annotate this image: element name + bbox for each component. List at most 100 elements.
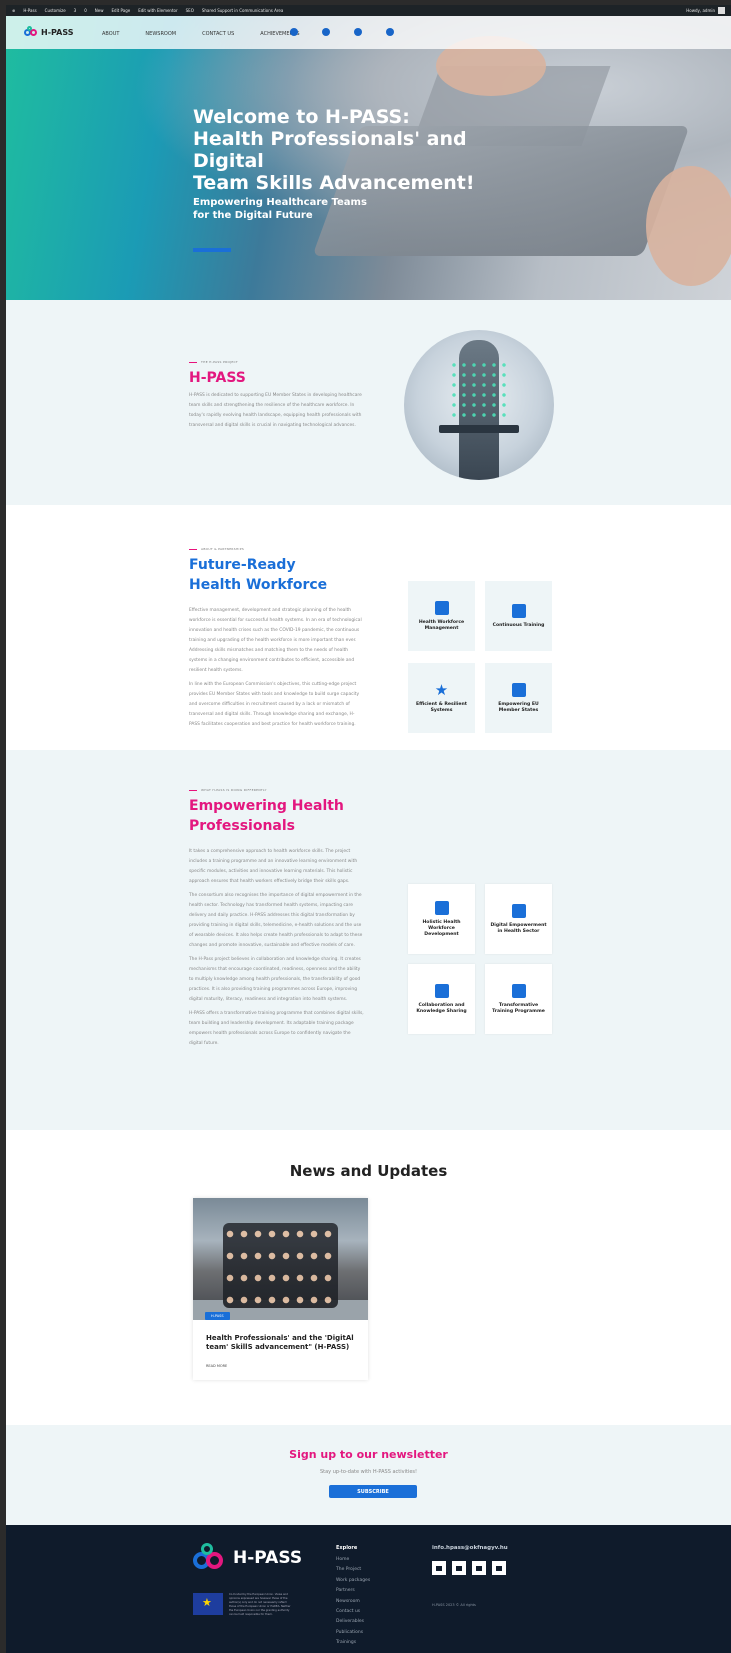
admin-item-site[interactable]: H-Pass: [23, 8, 36, 13]
footer-social-icons: [432, 1561, 508, 1575]
admin-item-customize[interactable]: Customize: [45, 8, 66, 13]
open-book-icon: [511, 603, 526, 618]
news-card[interactable]: H-PASS Health Professionals' and the 'Di…: [193, 1198, 368, 1380]
admin-bar: ⊕ H-Pass Customize 3 0 New Edit Page Edi…: [6, 5, 731, 16]
card-health-workforce: Health Workforce Management: [408, 581, 475, 651]
read-more-link[interactable]: READ MORE: [206, 1364, 227, 1368]
subscribe-button[interactable]: SUBSCRIBE: [329, 1485, 417, 1498]
admin-item-notice[interactable]: Shared Support in Communications Area: [202, 8, 283, 13]
workforce-cards: Health Workforce Management Continuous T…: [408, 581, 552, 733]
news-badge[interactable]: H-PASS: [205, 1312, 230, 1320]
workforce-body-1: Effective management, development and st…: [189, 608, 362, 673]
site-header: H-PASS ABOUT NEWSROOM CONTACT US ACHIEVE…: [6, 16, 731, 49]
admin-item-elementor[interactable]: Edit with Elementor: [138, 8, 177, 13]
footer-link-newsroom[interactable]: Newsroom: [336, 1597, 370, 1607]
empowering-title: Empowering Health Professionals: [189, 798, 344, 834]
about-title: H-PASS: [189, 370, 246, 386]
card-holistic-development: Holistic Health Workforce Development: [408, 884, 475, 954]
logo-text: H-PASS: [41, 27, 74, 37]
footer-link-home[interactable]: Home: [336, 1555, 370, 1565]
explore-title: Explore: [336, 1545, 358, 1551]
card-continuous-training: Continuous Training: [485, 581, 552, 651]
instagram-icon[interactable]: [472, 1561, 486, 1575]
admin-item-new[interactable]: New: [95, 8, 104, 13]
hero-title: Welcome to H-PASS: Health Professionals'…: [193, 106, 475, 194]
about-body: H-PASS is dedicated to supporting EU Mem…: [189, 393, 362, 428]
laptop-medical-icon: [511, 983, 526, 998]
logo-rings-icon: [24, 26, 38, 38]
admin-item-seo[interactable]: SEO: [186, 8, 194, 13]
hero-accent-bar: [193, 248, 231, 252]
admin-howdy[interactable]: Howdy, admin: [686, 8, 715, 13]
scroll-icon: [434, 900, 449, 915]
twitter-icon[interactable]: [492, 1561, 506, 1575]
hand-image: [646, 166, 731, 286]
group-photo-image: [193, 1198, 368, 1320]
star-icon: ★: [434, 680, 449, 699]
site-footer: H-PASS Co-funded by the European Union. …: [6, 1525, 731, 1653]
about-eyebrow: THE H-PASS PROJECT: [189, 360, 369, 364]
footer-link-trainings[interactable]: Trainings: [336, 1638, 370, 1648]
card-digital-empowerment: Digital Empowerment in Health Sector: [485, 884, 552, 954]
tablet-icon: [511, 682, 526, 697]
youtube-icon[interactable]: [452, 1561, 466, 1575]
presentation-icon: [511, 903, 526, 918]
about-section: THE H-PASS PROJECT H-PASS H-PASS is dedi…: [6, 300, 731, 505]
empowering-body-2: The consortium also recognises the impor…: [189, 893, 363, 948]
news-card-title[interactable]: Health Professionals' and the 'DigitAl t…: [206, 1334, 356, 1352]
news-section: News and Updates H-PASS Health Professio…: [6, 1130, 731, 1425]
workforce-body-2: In line with the European Commission's o…: [189, 682, 360, 727]
eu-flag-icon: [193, 1593, 223, 1615]
wordpress-icon[interactable]: ⊕: [12, 8, 15, 13]
site-logo[interactable]: H-PASS: [24, 26, 74, 38]
news-heading: News and Updates: [289, 1162, 448, 1180]
main-nav: ABOUT NEWSROOM CONTACT US ACHIEVEMENTS: [102, 31, 300, 37]
empowering-body-1: It takes a comprehensive approach to hea…: [189, 849, 358, 884]
footer-link-work-packages[interactable]: Work packages: [336, 1576, 370, 1586]
doctor-tablet-image: [404, 330, 554, 480]
card-collaboration: Collaboration and Knowledge Sharing: [408, 964, 475, 1034]
empowering-cards: Holistic Health Workforce Development Di…: [408, 884, 552, 1034]
footer-explore: Explore Home The Project Work packages P…: [336, 1545, 370, 1649]
copyright-text: H-PASS 2023 © All rights: [432, 1603, 476, 1607]
footer-email[interactable]: info.hpass@okfnagyv.hu: [432, 1545, 508, 1551]
compress-arrows-icon: [434, 983, 449, 998]
empowering-body-4: H-PASS offers a transformative training …: [189, 1011, 364, 1046]
workforce-section: ABOUT & PARTNERSHIPS Future-Ready Health …: [6, 505, 731, 750]
nav-contact[interactable]: CONTACT US: [202, 31, 234, 37]
workforce-eyebrow: ABOUT & PARTNERSHIPS: [189, 547, 364, 551]
footer-link-deliverables[interactable]: Deliverables: [336, 1617, 370, 1627]
twitter-icon[interactable]: [386, 28, 394, 36]
logo-rings-icon: [193, 1543, 227, 1573]
footer-link-publications[interactable]: Publications: [336, 1628, 370, 1638]
empowering-body-3: The H-Pass project believes in collabora…: [189, 957, 361, 1002]
empowering-section: WHAT H-PASS IS DOING DIFFERENTLY Empower…: [6, 750, 731, 1130]
newsletter-section: Sign up to our newsletter Stay up-to-dat…: [6, 1425, 731, 1525]
avatar[interactable]: [718, 7, 725, 14]
card-training-programme: Transformative Training Programme: [485, 964, 552, 1034]
footer-contact: info.hpass@okfnagyv.hu H-PASS 2023 © All…: [432, 1545, 508, 1607]
newsletter-heading: Sign up to our newsletter: [289, 1448, 448, 1461]
workforce-title: Future-Ready Health Workforce: [189, 557, 328, 593]
nav-newsroom[interactable]: NEWSROOM: [145, 31, 176, 37]
linkedin-icon[interactable]: [432, 1561, 446, 1575]
card-resilient-systems: ★ Efficient & Resilient Systems: [408, 663, 475, 733]
footer-link-contact[interactable]: Contact us: [336, 1607, 370, 1617]
newsletter-text: Stay up-to-date with H-PASS activities!: [319, 1469, 418, 1475]
nav-about[interactable]: ABOUT: [102, 31, 119, 37]
footer-logo[interactable]: H-PASS: [193, 1543, 302, 1573]
header-social-icons: [290, 28, 394, 36]
eu-funding-notice: Co-funded by the European Union. Views a…: [193, 1593, 294, 1617]
footer-link-partners[interactable]: Partners: [336, 1586, 370, 1596]
footer-link-project[interactable]: The Project: [336, 1565, 370, 1575]
youtube-icon[interactable]: [322, 28, 330, 36]
instagram-icon[interactable]: [354, 28, 362, 36]
bookmark-icon: [434, 600, 449, 615]
facebook-icon[interactable]: [290, 28, 298, 36]
admin-item-updates[interactable]: 3: [74, 8, 77, 13]
page: ⊕ H-Pass Customize 3 0 New Edit Page Edi…: [6, 5, 731, 1653]
eu-disclaimer: Co-funded by the European Union. Views a…: [229, 1593, 291, 1616]
admin-item-comments[interactable]: 0: [84, 8, 87, 13]
admin-item-edit-page[interactable]: Edit Page: [112, 8, 131, 13]
empowering-eyebrow: WHAT H-PASS IS DOING DIFFERENTLY: [189, 788, 364, 792]
